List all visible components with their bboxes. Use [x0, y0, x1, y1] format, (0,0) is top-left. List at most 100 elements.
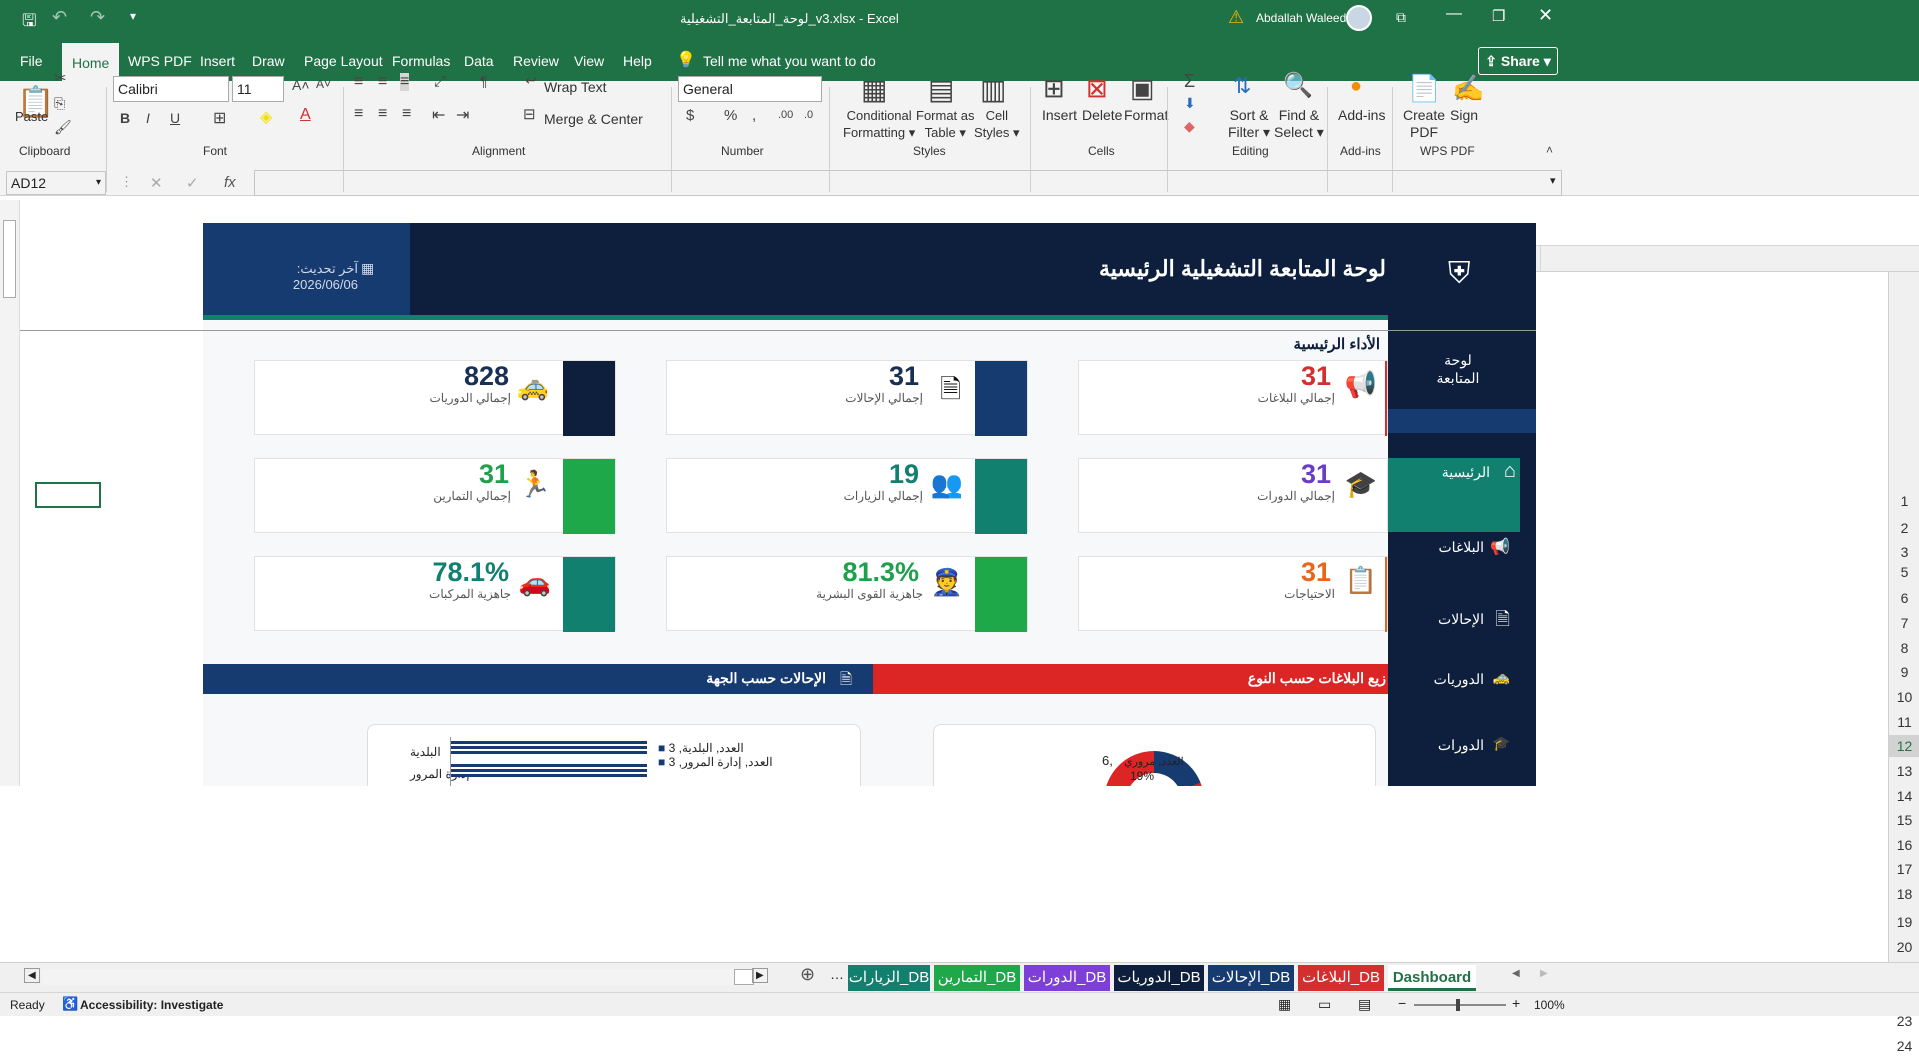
horizontal-scrollbar[interactable]: [42, 969, 768, 985]
find-select-button[interactable]: Find & Select ▾: [1274, 107, 1324, 141]
decrease-indent-icon[interactable]: ⇤: [432, 105, 445, 125]
text-direction-icon[interactable]: ¶: [480, 73, 488, 89]
collapse-ribbon-icon[interactable]: ˄: [1546, 143, 1553, 157]
align-left-icon[interactable]: ≡: [402, 105, 411, 123]
share-button[interactable]: ⇪ Share ▾: [1478, 47, 1558, 75]
row-header-10[interactable]: 10: [1889, 686, 1919, 708]
row-header-16[interactable]: 16: [1889, 834, 1919, 856]
font-color-icon[interactable]: A: [300, 106, 311, 124]
row-header-7[interactable]: 7: [1889, 612, 1919, 634]
accessibility-status[interactable]: Accessibility: Investigate: [80, 998, 223, 1012]
menu-wps-pdf[interactable]: WPS PDF: [124, 41, 196, 81]
page-layout-view-icon[interactable]: ▭: [1318, 996, 1331, 1013]
add-ins-button[interactable]: Add-ins: [1338, 107, 1385, 124]
format-as-table-icon[interactable]: ▤: [928, 73, 954, 106]
copy-icon[interactable]: ⎘: [54, 95, 65, 112]
kpi-card-referrals[interactable]: 31 إجمالي الإحالات 🗎: [666, 360, 1028, 436]
page-break-view-icon[interactable]: ▤: [1358, 996, 1371, 1013]
row-header-15[interactable]: 15: [1889, 809, 1919, 831]
row-header-8[interactable]: 8: [1889, 637, 1919, 659]
row-header-19[interactable]: 19: [1889, 911, 1919, 933]
row-header-18[interactable]: 18: [1889, 883, 1919, 905]
format-as-table-button[interactable]: Format as Table ▾: [916, 107, 975, 141]
percent-icon[interactable]: %: [724, 107, 737, 124]
align-bottom-icon[interactable]: ≡: [400, 73, 410, 91]
kpi-card-reports[interactable]: 31 إجمالي البلاغات 📢: [1078, 360, 1388, 436]
font-size-combo[interactable]: 11: [232, 76, 284, 102]
zoom-out-icon[interactable]: −: [1398, 995, 1406, 1011]
user-name[interactable]: Abdallah Waleed: [1256, 11, 1346, 25]
italic-icon[interactable]: I: [146, 110, 150, 126]
insert-cells-icon[interactable]: ⊞: [1043, 73, 1065, 104]
sort-filter-icon[interactable]: ⇅: [1233, 73, 1251, 99]
kpi-card-hr-readiness[interactable]: 81.3% جاهزية القوى البشرية 👮: [666, 556, 1028, 632]
sheet-tab-referrals[interactable]: الإحالات_DB: [1208, 965, 1294, 991]
row-header-6[interactable]: 6: [1889, 587, 1919, 609]
find-select-icon[interactable]: 🔍: [1283, 71, 1313, 100]
currency-icon[interactable]: $: [686, 107, 694, 124]
bold-icon[interactable]: B: [120, 110, 130, 126]
sort-filter-button[interactable]: Sort & Filter ▾: [1228, 107, 1270, 141]
zoom-level[interactable]: 100%: [1534, 998, 1565, 1012]
sidebar-item-home[interactable]: الرئيسية ⌂: [1388, 458, 1520, 532]
kpi-card-exercises[interactable]: 31 إجمالي التمارين 🏃: [254, 458, 616, 534]
customize-qat-icon[interactable]: ▾: [130, 9, 136, 23]
borders-icon[interactable]: ⊞: [213, 108, 226, 128]
more-sheets-icon[interactable]: …: [830, 966, 844, 982]
vertical-scrollbar[interactable]: [0, 200, 20, 786]
formula-input[interactable]: [254, 170, 1562, 196]
merge-center-icon[interactable]: ⊟: [523, 105, 536, 123]
sidebar-item-courses[interactable]: الدورات 🎓: [1388, 735, 1536, 775]
menu-view[interactable]: View: [570, 41, 608, 81]
active-cell-AD12[interactable]: [35, 482, 101, 508]
cell-styles-button[interactable]: Cell Styles ▾: [974, 107, 1020, 141]
cell-styles-icon[interactable]: ▥: [980, 73, 1006, 106]
autosum-icon[interactable]: Σ: [1184, 71, 1195, 92]
row-header-3[interactable]: 3: [1889, 541, 1919, 563]
sidebar-item-referrals[interactable]: الإحالات 🗎: [1388, 605, 1536, 645]
sheet-tab-visits[interactable]: الزيارات_DB: [848, 965, 930, 991]
row-header-17[interactable]: 17: [1889, 858, 1919, 880]
name-box[interactable]: AD12 ▾: [6, 171, 106, 195]
row-header-5[interactable]: 5: [1889, 561, 1919, 583]
sign-button[interactable]: Sign: [1450, 107, 1478, 124]
sheet-tab-patrols[interactable]: الدوريات_DB: [1114, 965, 1204, 991]
menu-home[interactable]: Home: [62, 41, 120, 81]
align-top-icon[interactable]: ≡: [354, 73, 363, 91]
kpi-card-visits[interactable]: 19 إجمالي الزيارات 👥: [666, 458, 1028, 534]
normal-view-icon[interactable]: ▦: [1278, 996, 1291, 1013]
kpi-card-patrols[interactable]: 828 إجمالي الدوريات 🚕: [254, 360, 616, 436]
save-icon[interactable]: 🖫: [22, 8, 36, 37]
merge-center-button[interactable]: Merge & Center: [544, 111, 643, 128]
row-header-24[interactable]: 24: [1889, 1035, 1919, 1057]
delete-cells-icon[interactable]: ⊠: [1086, 73, 1108, 104]
align-right-icon[interactable]: ≡: [354, 105, 363, 123]
increase-indent-icon[interactable]: ⇥: [456, 105, 469, 125]
menu-help[interactable]: Help: [619, 41, 656, 81]
font-name-combo[interactable]: Calibri: [113, 76, 229, 102]
restore-icon[interactable]: ❐: [1492, 7, 1505, 25]
menu-draw[interactable]: Draw: [248, 41, 289, 81]
fill-icon[interactable]: ⬇: [1184, 95, 1196, 112]
new-sheet-icon[interactable]: ⊕: [800, 964, 815, 985]
row-header-13[interactable]: 13: [1889, 760, 1919, 782]
conditional-formatting-button[interactable]: Conditional Formatting ▾: [843, 107, 915, 141]
increase-decimal-icon[interactable]: .00: [778, 109, 793, 121]
zoom-in-icon[interactable]: +: [1512, 995, 1520, 1011]
row-header-14[interactable]: 14: [1889, 785, 1919, 807]
wrap-text-icon[interactable]: ↩: [525, 72, 537, 89]
cancel-icon[interactable]: ✕: [150, 174, 163, 192]
create-pdf-button[interactable]: Create PDF: [1403, 107, 1445, 141]
sidebar-item-reports[interactable]: البلاغات 📢: [1388, 533, 1536, 573]
redo-icon[interactable]: ↷: [90, 7, 105, 28]
comma-icon[interactable]: ,: [752, 107, 756, 124]
menu-file[interactable]: File: [16, 41, 47, 81]
conditional-formatting-icon[interactable]: ▦: [861, 73, 887, 106]
expand-formula-icon[interactable]: ▾: [1550, 174, 1556, 187]
referrals-bar-chart[interactable]: البلدية إدارة المرور ■ العدد, البلدية, 3…: [367, 724, 861, 786]
format-cells-icon[interactable]: ▣: [1130, 73, 1155, 104]
sheet-tab-dashboard[interactable]: Dashboard: [1388, 965, 1476, 991]
row-header-9[interactable]: 9: [1889, 661, 1919, 683]
cut-icon[interactable]: ✂: [54, 69, 67, 87]
orientation-icon[interactable]: ⤢: [434, 73, 446, 90]
